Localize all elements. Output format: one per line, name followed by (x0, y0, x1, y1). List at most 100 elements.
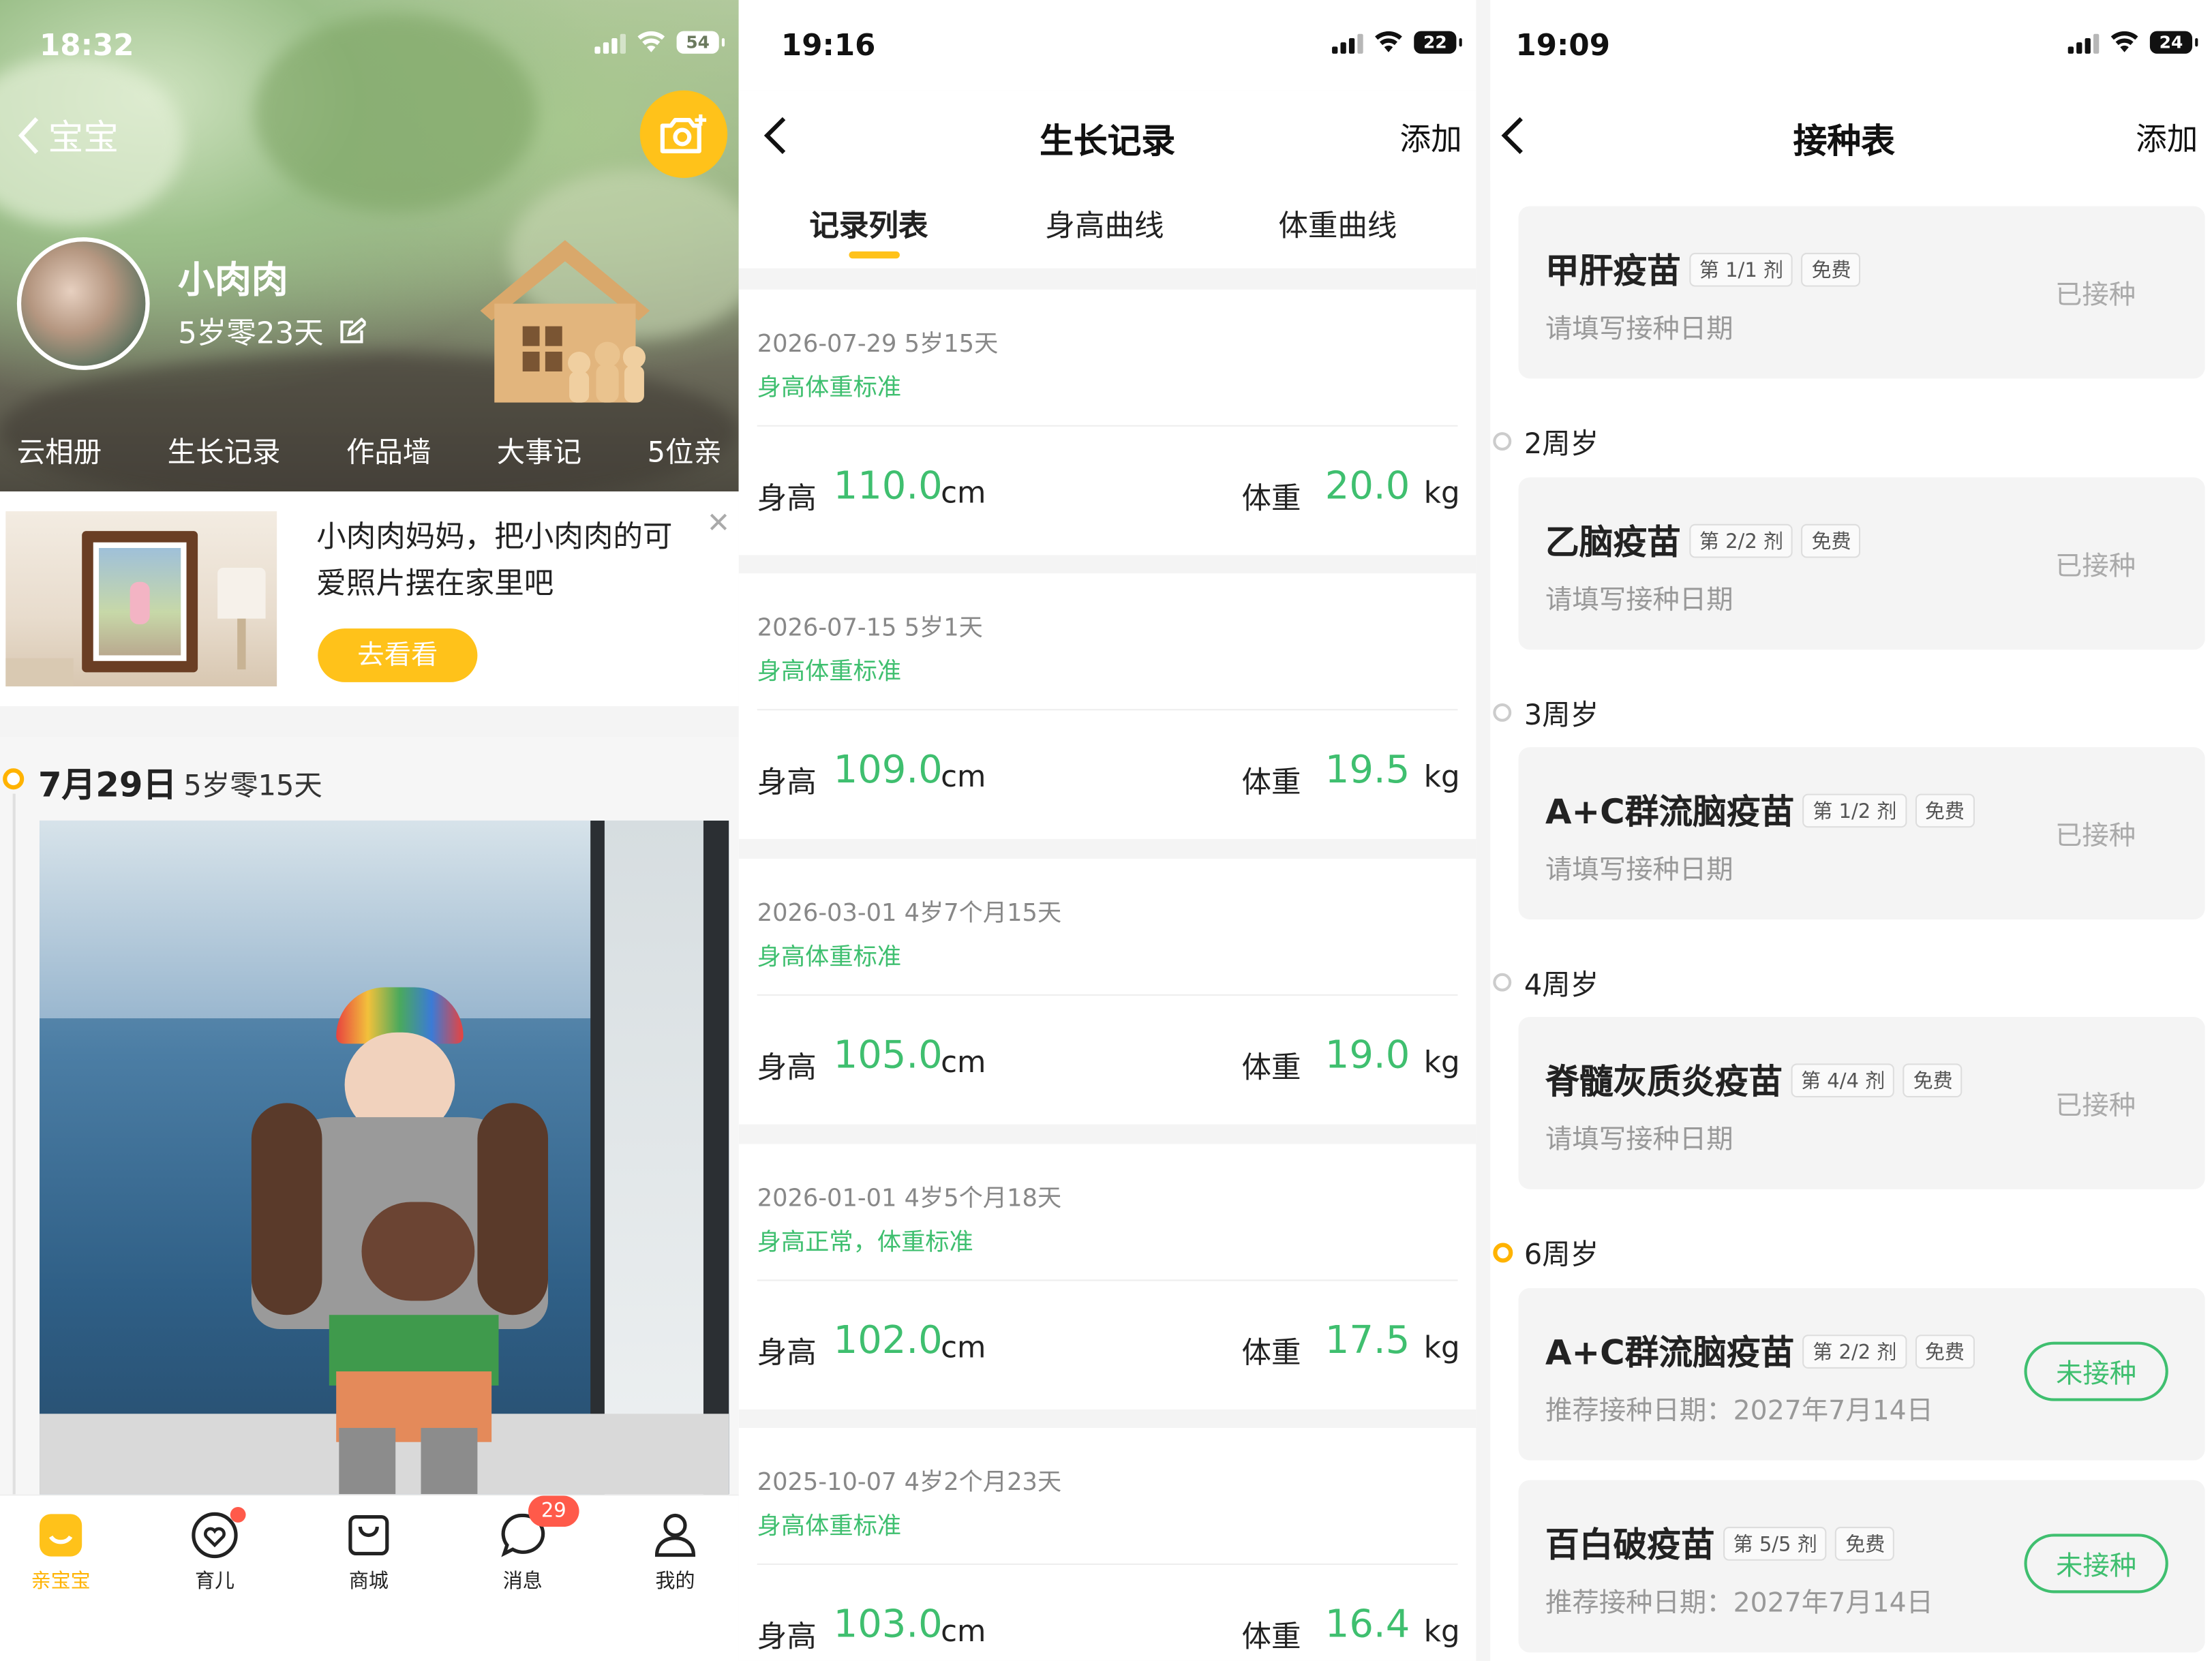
tab-label: 我的 (655, 1570, 695, 1594)
record-card[interactable]: 2025-10-07 4岁2个月23天 身高体重标准 身高 103.0 cm 体重 16.4… (738, 1427, 1476, 1661)
record-card[interactable]: 2026-01-01 4岁5个月18天 身高正常，体重标准 身高 102.0 cm 体重 1… (738, 1144, 1476, 1410)
timeline-dot (1493, 973, 1512, 992)
signal-icon (2067, 31, 2100, 54)
weight-unit: kg (1423, 1330, 1460, 1365)
height-value: 109.0 (833, 748, 943, 793)
free-badge: 免费 (1915, 793, 1975, 828)
mark-vaccinated-button[interactable]: 未接种 (2024, 1534, 2168, 1594)
height-unit: cm (941, 476, 986, 511)
tab-parenting[interactable]: 育儿 (165, 1507, 264, 1594)
record-card[interactable]: 2026-03-01 4岁7个月15天 身高体重标准 身高 105.0 cm 体重 19.0… (738, 858, 1476, 1125)
notification-dot (230, 1507, 246, 1523)
record-date: 2026-01-01 4岁5个月18天 (757, 1185, 1062, 1214)
vaccine-date-hint: 推荐接种日期：2027年7月14日 (1545, 1587, 1934, 1619)
timeline-line (12, 793, 16, 1500)
vaccine-card[interactable]: 脊髓灰质炎疫苗第 4/4 剂免费 请填写接种日期 已接种 (1518, 1016, 2205, 1189)
weight-label: 体重 (1241, 1336, 1301, 1371)
tab-record-list[interactable]: 记录列表 (809, 203, 928, 245)
tab-messages[interactable]: 29 消息 (473, 1495, 579, 1594)
record-card[interactable]: 2026-07-15 5岁1天 身高体重标准 身高 109.0 cm 体重 19.5 kg (738, 573, 1476, 839)
status-time: 19:16 (781, 28, 876, 63)
tab-weight-curve[interactable]: 体重曲线 (1278, 203, 1397, 245)
back-button[interactable]: 宝宝 (17, 110, 119, 162)
height-unit: cm (941, 1614, 986, 1649)
status-bar: 19:09 24 (1490, 0, 2212, 91)
vaccine-card[interactable]: 乙脑疫苗第 2/2 剂免费 请填写接种日期 已接种 (1518, 477, 2205, 650)
add-button[interactable]: 添加 (2136, 115, 2198, 159)
wooden-house-decoration (480, 240, 650, 403)
battery-icon: 54 (676, 31, 725, 54)
timeline-photo[interactable] (40, 820, 729, 1495)
vaccine-status: 已接种 (2055, 551, 2136, 582)
tab-shop[interactable]: 商城 (319, 1507, 418, 1594)
vaccine-card[interactable]: 甲肝疫苗第 1/1 剂免费 请填写接种日期 已接种 (1518, 206, 2205, 379)
nav-cloud-album[interactable]: 云相册 (17, 429, 102, 470)
height-label: 身高 (757, 1336, 817, 1371)
timeline-dot (1493, 703, 1512, 722)
height-label: 身高 (757, 1050, 817, 1085)
chevron-left-icon (18, 117, 39, 154)
record-values: 身高 103.0 cm 体重 16.4 kg (757, 1603, 1460, 1660)
record-date: 2026-07-15 5岁1天 (757, 614, 983, 643)
record-values: 身高 109.0 cm 体重 19.5 kg (757, 748, 1460, 805)
nav-milestones[interactable]: 大事记 (497, 429, 581, 470)
record-assessment: 身高体重标准 (757, 943, 902, 972)
page-title: 生长记录 (1040, 121, 1176, 162)
dose-badge: 第 2/2 剂 (1689, 523, 1793, 558)
add-photo-button[interactable] (639, 90, 728, 179)
promo-banner: 小肉肉妈妈，把小肉肉的可爱照片摆在家里吧 去看看 ✕ (0, 491, 739, 707)
vaccine-name-row: 百白破疫苗第 5/5 剂免费 (1545, 1517, 1895, 1567)
growth-record-screen: 19:16 22 生长记录 添加 记录列表 身高曲线 体重曲线 2026-07-… (738, 0, 1476, 1661)
tab-profile[interactable]: 我的 (626, 1507, 725, 1594)
promo-go-button[interactable]: 去看看 (318, 628, 478, 682)
vaccine-card[interactable]: 百白破疫苗第 5/5 剂免费推荐接种日期：2027年7月14日 未接种 (1518, 1480, 2205, 1653)
record-assessment: 身高正常，体重标准 (757, 1228, 973, 1258)
age-group-label: 2周岁 (1524, 426, 1599, 461)
add-button[interactable]: 添加 (1400, 115, 1462, 159)
close-icon[interactable]: ✕ (707, 506, 731, 540)
divider (757, 709, 1458, 711)
weight-value: 19.5 (1324, 748, 1410, 793)
vaccine-schedule-screen: 19:09 24 接种表 添加 甲肝疫苗第 1/1 剂免费 请填写接种日期 已接种 2… (1476, 0, 2212, 1661)
divider (757, 994, 1458, 996)
vaccine-name: A+C群流脑疫苗 (1545, 792, 1795, 832)
age-group-label: 3周岁 (1524, 697, 1599, 732)
message-icon: 29 (497, 1495, 579, 1561)
nav-relatives[interactable]: 5位亲 (648, 429, 722, 470)
vaccine-status: 已接种 (2055, 279, 2136, 311)
nav-bar: 生长记录 添加 (738, 90, 1476, 181)
height-value: 102.0 (833, 1319, 943, 1363)
baby-age-row: 5岁零23天 (178, 311, 366, 353)
weight-value: 20.0 (1324, 464, 1410, 508)
vaccine-card[interactable]: A+C群流脑疫苗第 1/2 剂免费 请填写接种日期 已接种 (1518, 747, 2205, 920)
edit-icon[interactable] (337, 318, 366, 346)
vaccine-date-hint: 请填写接种日期 (1545, 854, 1733, 886)
tab-home[interactable]: 亲宝宝 (12, 1507, 110, 1594)
weight-unit: kg (1423, 1614, 1460, 1649)
parenting-icon (190, 1507, 246, 1561)
dose-badge: 第 4/4 剂 (1791, 1063, 1895, 1098)
vaccine-name: A+C群流脑疫苗 (1545, 1333, 1795, 1373)
nav-growth-record[interactable]: 生长记录 (168, 429, 281, 470)
signal-icon (1332, 31, 1363, 54)
baby-age: 5岁零23天 (178, 316, 324, 350)
message-count-badge: 29 (528, 1495, 579, 1527)
tab-height-curve[interactable]: 身高曲线 (1045, 203, 1164, 245)
tab-label: 商城 (348, 1570, 389, 1594)
height-unit: cm (941, 759, 986, 794)
weight-label: 体重 (1241, 1050, 1301, 1085)
timeline-dot (3, 768, 25, 790)
back-label: 宝宝 (48, 117, 119, 159)
vaccine-card[interactable]: A+C群流脑疫苗第 2/2 剂免费 推荐接种日期：2027年7月14日 未接种 (1518, 1287, 2205, 1461)
nav-works-wall[interactable]: 作品墙 (346, 429, 431, 470)
baby-avatar[interactable] (16, 237, 150, 370)
height-value: 110.0 (833, 464, 943, 508)
record-card[interactable]: 2026-07-29 5岁15天 身高体重标准 身高 110.0 cm 体重 20.0 kg (738, 289, 1476, 555)
free-badge: 免费 (1835, 1527, 1895, 1561)
mark-vaccinated-button[interactable]: 未接种 (2024, 1341, 2168, 1401)
height-unit: cm (941, 1330, 986, 1365)
photo-frame-image (5, 511, 277, 687)
dose-badge: 第 1/2 剂 (1802, 793, 1907, 828)
timeline-dot (1493, 432, 1512, 451)
wifi-icon (637, 31, 665, 54)
